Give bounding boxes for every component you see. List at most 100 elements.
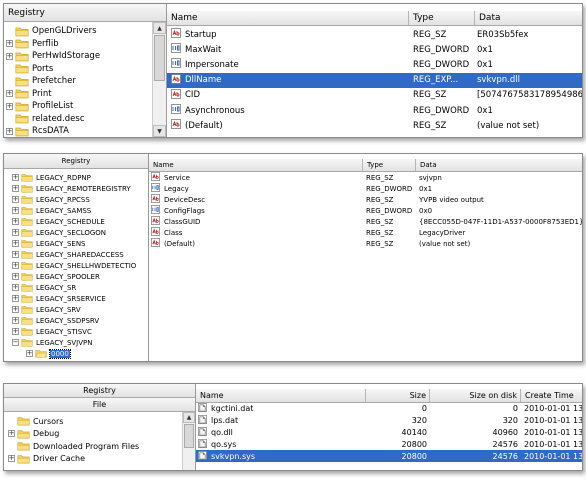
tree-item[interactable]: +0000 <box>12 348 148 359</box>
expand-icon[interactable]: + <box>12 196 19 203</box>
expand-icon[interactable]: + <box>12 207 19 214</box>
table-row[interactable]: lps.dat 320 320 2010-01-01 13 <box>196 415 582 427</box>
table-row[interactable]: qo.sys 20800 24576 2010-01-01 13 <box>196 438 582 450</box>
expand-icon[interactable]: + <box>12 328 19 335</box>
tree-item[interactable]: OpenGLDrivers <box>6 25 150 38</box>
registry-tree: + LEGACY_RDPNP + LEGACY_REMOTEREGISTRY + LEGA… <box>12 172 148 359</box>
table-row[interactable]: CID REG_SZ [5074767583178954986] <box>167 88 582 103</box>
column-size[interactable]: Size <box>366 389 430 402</box>
folder-icon <box>21 327 33 336</box>
tree-item[interactable]: Downloaded Program Files <box>8 440 179 453</box>
tree-item[interactable]: + LEGACY_SHELLHWDETECTIO <box>12 260 148 271</box>
table-row[interactable]: qo.dll 40140 40960 2010-01-01 13 <box>196 427 582 439</box>
expand-icon[interactable]: + <box>12 306 19 313</box>
expand-icon[interactable]: + <box>12 262 19 269</box>
expand-icon[interactable]: + <box>12 317 19 324</box>
expand-icon[interactable]: + <box>6 40 13 48</box>
tree-item[interactable]: + LEGACY_SHAREDACCESS <box>12 249 148 260</box>
tree-scrollbar[interactable]: ▲ <box>182 412 195 470</box>
table-row[interactable]: MaxWait REG_DWORD 0x1 <box>167 42 582 57</box>
tree-item[interactable]: + Perflib <box>6 38 150 51</box>
table-row[interactable]: kgctini.dat 0 0 2010-01-01 13 <box>196 403 582 415</box>
tree-item[interactable]: + LEGACY_SENS <box>12 238 148 249</box>
expand-icon[interactable]: + <box>12 284 19 291</box>
column-name[interactable]: Name <box>149 159 363 171</box>
column-create-time[interactable]: Create Time <box>521 389 582 402</box>
column-type[interactable]: Type <box>363 159 416 171</box>
table-row[interactable]: DllName REG_EXP... svkvpn.dll <box>167 72 582 88</box>
expand-icon[interactable]: + <box>8 430 15 438</box>
table-row[interactable]: Impersonate REG_DWORD 0x1 <box>167 57 582 72</box>
tree-header-file[interactable]: File <box>4 398 195 412</box>
expand-icon[interactable]: + <box>6 127 13 135</box>
scroll-thumb[interactable] <box>184 424 194 448</box>
tree-item[interactable]: + ProfileList <box>6 100 150 113</box>
expand-icon[interactable]: + <box>12 273 19 280</box>
table-row[interactable]: Asynchronous REG_DWORD 0x1 <box>167 103 582 118</box>
cell-text: 40140 <box>401 427 427 437</box>
table-row[interactable]: Class REG_SZ LegacyDriver <box>149 227 582 238</box>
scroll-up-button[interactable]: ▲ <box>153 22 166 34</box>
column-type[interactable]: Type <box>409 11 475 25</box>
tree-item[interactable]: + PerHwIdStorage <box>6 50 150 63</box>
tree-scrollbar[interactable]: ▲ ▼ <box>152 22 166 137</box>
table-row[interactable]: (Default) REG_SZ (value not set) <box>149 238 582 249</box>
tree-item[interactable]: − LEGACY_SVJVPN <box>12 337 148 348</box>
tree-item[interactable]: + LEGACY_SSDPSRV <box>12 315 148 326</box>
table-row[interactable]: ConfigFlags REG_DWORD 0x0 <box>149 205 582 216</box>
tree-item[interactable]: + LEGACY_SCHEDULE <box>12 216 148 227</box>
tree-item[interactable]: + LEGACY_RDPNP <box>12 172 148 183</box>
column-name[interactable]: Name <box>167 11 409 25</box>
tree-item[interactable]: + LEGACY_SRSERVICE <box>12 293 148 304</box>
cell-text: Asynchronous <box>185 105 245 116</box>
expand-icon[interactable]: + <box>6 102 13 110</box>
scroll-down-button[interactable]: ▼ <box>153 125 166 137</box>
tree-item[interactable]: + Print <box>6 88 150 101</box>
column-data[interactable]: Data <box>475 11 582 25</box>
scroll-up-button[interactable]: ▲ <box>183 412 195 423</box>
tree-item[interactable]: + Driver Cache <box>8 453 179 466</box>
expand-icon[interactable]: + <box>6 52 13 60</box>
column-size-on-disk[interactable]: Size on disk <box>430 389 521 402</box>
tree-item[interactable]: + LEGACY_SR <box>12 282 148 293</box>
expand-icon[interactable]: + <box>6 90 13 98</box>
table-row[interactable]: svkvpn.sys 20800 24576 2010-01-01 13 <box>196 450 582 462</box>
tree-item-label: LEGACY_SHELLHWDETECTIO <box>36 261 137 270</box>
expand-icon[interactable]: + <box>26 350 33 357</box>
cell-text: DeviceDesc <box>164 195 206 204</box>
column-name[interactable]: Name <box>196 389 366 402</box>
column-type-label: Type <box>367 161 384 169</box>
tree-header-registry[interactable]: Registry <box>4 384 195 398</box>
table-row[interactable]: Service REG_SZ svjvpn <box>149 172 582 183</box>
tree-item[interactable]: + LEGACY_REMOTEREGISTRY <box>12 183 148 194</box>
expand-icon[interactable]: + <box>12 185 19 192</box>
tree-item[interactable]: Ports <box>6 63 150 76</box>
table-row[interactable]: Startup REG_SZ ER03Sb5fex <box>167 27 582 42</box>
expand-icon[interactable]: + <box>12 218 19 225</box>
tree-item[interactable]: + LEGACY_RPCSS <box>12 194 148 205</box>
table-row[interactable]: (Default) REG_SZ (value not set) <box>167 118 582 133</box>
expand-icon[interactable]: + <box>8 455 15 463</box>
tree-item[interactable]: + Debug <box>8 428 179 441</box>
tree-item[interactable]: + LEGACY_SRV <box>12 304 148 315</box>
expand-icon[interactable]: + <box>12 251 19 258</box>
tree-header-label: Registry <box>61 157 91 165</box>
tree-item[interactable]: + LEGACY_SAMSS <box>12 205 148 216</box>
tree-item[interactable]: + LEGACY_STISVC <box>12 326 148 337</box>
expand-icon[interactable]: + <box>12 295 19 302</box>
collapse-icon[interactable]: − <box>12 339 19 346</box>
expand-icon[interactable]: + <box>12 229 19 236</box>
column-data[interactable]: Data <box>416 159 582 171</box>
tree-item[interactable]: related.desc <box>6 113 150 126</box>
tree-item[interactable]: + LEGACY_SECLOGON <box>12 227 148 238</box>
table-row[interactable]: Legacy REG_DWORD 0x1 <box>149 183 582 194</box>
tree-item[interactable]: Cursors <box>8 415 179 428</box>
expand-icon[interactable]: + <box>12 174 19 181</box>
table-row[interactable]: DeviceDesc REG_SZ YVPB video output <box>149 194 582 205</box>
tree-item[interactable]: Prefetcher <box>6 75 150 88</box>
scroll-thumb[interactable] <box>154 35 165 81</box>
table-row[interactable]: ClassGUID REG_SZ {8ECC055D-047F-11D1-A537-… <box>149 216 582 227</box>
expand-icon[interactable]: + <box>12 240 19 247</box>
tree-item[interactable]: + RcsDATA <box>6 125 150 137</box>
tree-item[interactable]: + LEGACY_SPOOLER <box>12 271 148 282</box>
